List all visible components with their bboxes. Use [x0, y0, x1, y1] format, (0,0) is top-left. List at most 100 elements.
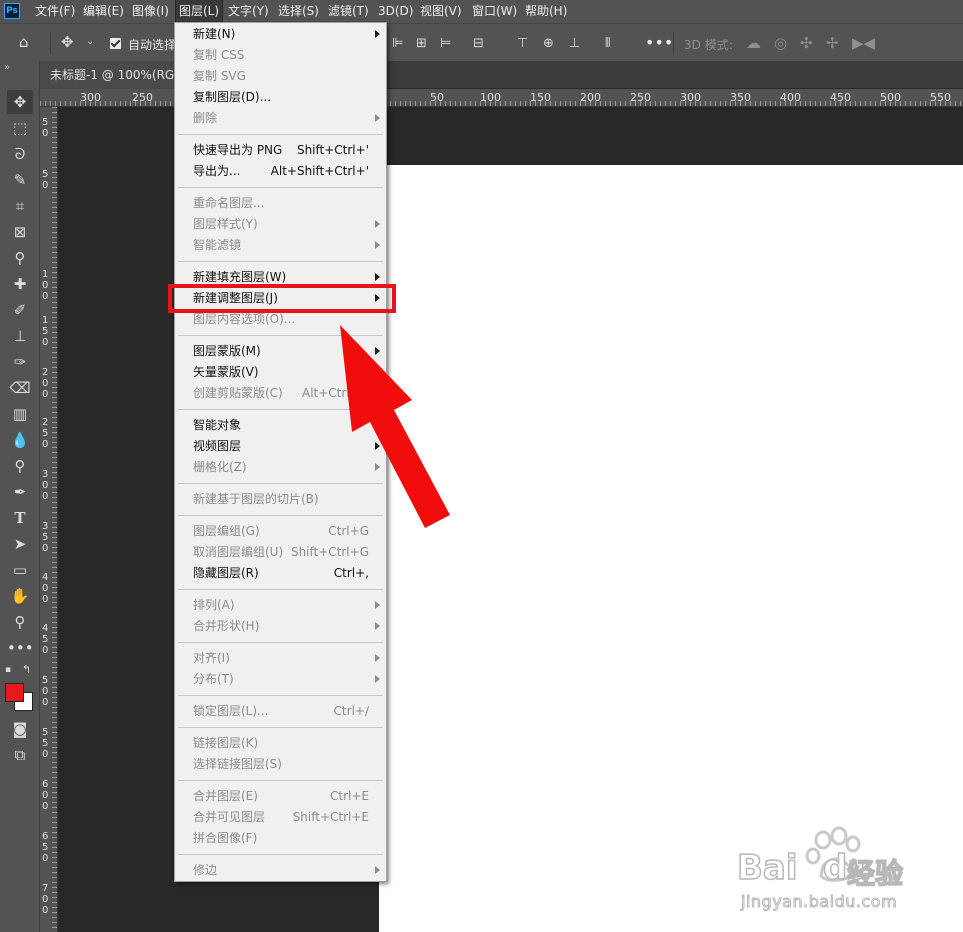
move-tool-icon[interactable]: ✥	[7, 90, 33, 114]
magic-wand-tool-icon[interactable]: ✎	[7, 168, 33, 192]
more-tools-icon[interactable]: •••	[7, 636, 34, 660]
dodge-tool-icon[interactable]: ⚲	[7, 454, 33, 478]
marquee-tool-icon[interactable]: ⬚	[7, 116, 33, 140]
screen-mode-icon[interactable]: ⧉	[7, 743, 33, 767]
type-tool-icon[interactable]: T	[7, 506, 33, 530]
menu-item-2[interactable]: 图像(I)	[132, 0, 169, 23]
brush-tool-icon[interactable]: ✐	[7, 298, 33, 322]
blur-tool-icon[interactable]: 💧	[7, 428, 33, 452]
document-tab[interactable]: 未标题-1 @ 100%(RGB/	[40, 61, 180, 89]
layer-menu-item[interactable]: 选择链接图层(S)	[175, 754, 386, 775]
healing-brush-tool-icon[interactable]: ✚	[7, 272, 33, 296]
align-horizontal-centers-icon[interactable]: ⊞	[416, 36, 427, 51]
layer-menu-item[interactable]: 导出为... Alt+Shift+Ctrl+'	[175, 161, 386, 182]
auto-select-checkbox[interactable]	[110, 38, 121, 49]
menu-item-8[interactable]: 视图(V)	[420, 0, 462, 23]
layer-menu-item[interactable]: 对齐(I)	[175, 648, 386, 669]
ruler-h-label: 450	[830, 91, 851, 104]
layer-menu-item[interactable]: 隐藏图层(R) Ctrl+,	[175, 563, 386, 584]
ruler-v-label: 3 5 0	[42, 521, 49, 554]
layer-menu-item[interactable]: 复制图层(D)...	[175, 87, 386, 108]
move-icon[interactable]: ✥	[61, 35, 74, 50]
pen-tool-icon[interactable]: ✒	[7, 480, 33, 504]
default-colors-icon[interactable]: ▪	[5, 665, 11, 675]
layer-menu-item[interactable]: 复制 SVG	[175, 66, 386, 87]
align-bottom-edges-icon[interactable]: ⊥	[569, 36, 580, 51]
layer-menu-item[interactable]: 图层样式(Y)	[175, 214, 386, 235]
submenu-arrow-icon	[375, 273, 380, 281]
menu-item-label: 视频图层	[193, 439, 242, 453]
menu-separator	[178, 261, 383, 262]
layer-menu-item[interactable]: 链接图层(K)	[175, 733, 386, 754]
highlight-box	[168, 284, 396, 313]
menu-item-6[interactable]: 滤镜(T)	[328, 0, 369, 23]
menu-item-9[interactable]: 窗口(W)	[472, 0, 517, 23]
3d-roll-icon[interactable]: ◎	[774, 34, 787, 52]
crop-tool-icon[interactable]: ⌗	[7, 194, 33, 218]
quick-mask-icon[interactable]: ◙	[7, 717, 33, 741]
ruler-h-label: 250	[630, 91, 651, 104]
menu-separator	[178, 727, 383, 728]
layer-menu-item[interactable]: 合并图层(E) Ctrl+E	[175, 786, 386, 807]
align-top-edges-icon[interactable]: ⊤	[517, 36, 528, 51]
submenu-arrow-icon	[375, 675, 380, 683]
document-canvas[interactable]	[379, 165, 963, 932]
layer-menu-item[interactable]: 分布(T)	[175, 669, 386, 690]
lasso-tool-icon[interactable]: ᘐ	[7, 142, 33, 166]
zoom-tool-icon[interactable]: ⚲	[7, 610, 33, 634]
history-brush-tool-icon[interactable]: ✑	[7, 350, 33, 374]
distribute-vertical-icon[interactable]: ⫴	[605, 36, 610, 51]
swap-colors-icon[interactable]: ↰	[22, 663, 31, 676]
layer-menu-item[interactable]: 合并可见图层 Shift+Ctrl+E	[175, 807, 386, 828]
frame-tool-icon[interactable]: ⊠	[7, 220, 33, 244]
align-vertical-centers-icon[interactable]: ⊕	[543, 36, 554, 51]
submenu-arrow-icon	[375, 241, 380, 249]
menu-item-7[interactable]: 3D(D)	[378, 0, 413, 23]
align-right-edges-icon[interactable]: ⊨	[440, 36, 451, 51]
menu-item-1[interactable]: 编辑(E)	[83, 0, 124, 23]
layer-menu-item[interactable]: 重命名图层...	[175, 193, 386, 214]
home-icon[interactable]: ⌂	[19, 35, 29, 50]
layer-menu-item[interactable]: 合并形状(H)	[175, 616, 386, 637]
layer-menu-item[interactable]: 智能滤镜	[175, 235, 386, 256]
chevron-down-icon[interactable]: ⌄	[86, 36, 94, 47]
menu-item-label: 智能对象	[193, 418, 242, 432]
eyedropper-tool-icon[interactable]: ⚲	[7, 246, 33, 270]
3d-pan-icon[interactable]: ✣	[800, 34, 813, 52]
layer-menu-item[interactable]: 复制 CSS	[175, 45, 386, 66]
menu-item-10[interactable]: 帮助(H)	[525, 0, 567, 23]
clone-stamp-tool-icon[interactable]: ⊥	[7, 324, 33, 348]
more-icon[interactable]: •••	[645, 33, 673, 52]
photoshop-logo[interactable]: Ps	[4, 3, 20, 19]
layer-menu-item[interactable]: 快速导出为 PNG Shift+Ctrl+'	[175, 140, 386, 161]
menu-item-4[interactable]: 文字(Y)	[228, 0, 269, 23]
hand-tool-icon[interactable]: ✋	[7, 584, 33, 608]
rectangle-tool-icon[interactable]: ▭	[7, 558, 33, 582]
3d-orbit-icon[interactable]: ☁	[746, 34, 761, 52]
path-selection-tool-icon[interactable]: ➤	[7, 532, 33, 556]
align-left-edges-icon[interactable]: ⊫	[392, 36, 403, 51]
layer-menu-item[interactable]: 锁定图层(L)... Ctrl+/	[175, 701, 386, 722]
collapse-toggle-icon[interactable]: »	[4, 62, 10, 73]
distribute-icon[interactable]: ⊟	[473, 36, 484, 51]
layer-menu-item[interactable]: 排列(A)	[175, 595, 386, 616]
menu-item-3[interactable]: 图层(L)	[174, 0, 224, 24]
layer-menu-item[interactable]: 拼合图像(F)	[175, 828, 386, 849]
layer-menu-item[interactable]: 新建(N)	[175, 24, 386, 45]
3d-slide-icon[interactable]: ✢	[826, 34, 839, 52]
gradient-tool-icon[interactable]: ▥	[7, 402, 33, 426]
layer-menu-item[interactable]: 取消图层编组(U) Shift+Ctrl+G	[175, 542, 386, 563]
menu-item-0[interactable]: 文件(F)	[35, 0, 75, 23]
layer-menu-item[interactable]: 修边	[175, 860, 386, 881]
eraser-tool-icon[interactable]: ⌫	[7, 376, 33, 400]
foreground-color-swatch[interactable]	[5, 683, 24, 702]
menu-item-5[interactable]: 选择(S)	[278, 0, 319, 23]
3d-scale-icon[interactable]: ▶◀	[852, 34, 875, 52]
watermark-brand: Bai	[736, 847, 798, 889]
menu-item-shortcut: Shift+Ctrl+'	[296, 143, 369, 157]
menu-item-label: 图层样式(Y)	[193, 217, 258, 231]
submenu-arrow-icon	[375, 654, 380, 662]
vertical-ruler[interactable]: 5 0 5 0 1 0 0 1 5 0 2 0 0 2 5 0 3 0 0 3 5 0 4 0 …	[40, 107, 58, 932]
menu-separator	[178, 589, 383, 590]
layer-menu-item[interactable]: 删除	[175, 108, 386, 129]
